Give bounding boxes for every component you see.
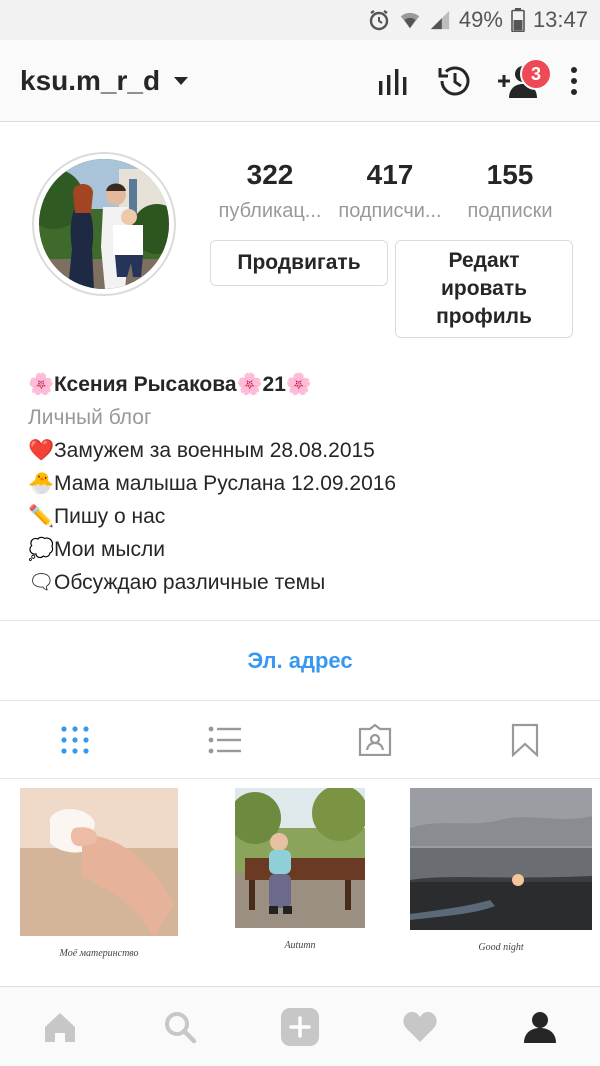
hatching-chick-emoji-icon: 🐣 (28, 472, 55, 495)
tab-grid[interactable] (0, 702, 150, 778)
account-switcher-chevron-down-icon[interactable] (174, 76, 189, 85)
post-caption: Autumn (284, 940, 316, 951)
blossom-icon: 🌸 (285, 373, 313, 396)
promote-button-label: Продвигать (237, 251, 361, 274)
tagged-icon (358, 724, 392, 756)
wifi-icon (399, 9, 421, 31)
blossom-icon: 🌸 (28, 373, 55, 396)
bio-line-text: Пишу о нас (54, 505, 166, 528)
profile-avatar[interactable] (32, 152, 176, 296)
archive-button[interactable] (424, 50, 486, 112)
edit-profile-button[interactable]: Редакт ировать профиль (395, 240, 573, 338)
archive-history-icon (438, 66, 470, 96)
list-view-icon (208, 726, 241, 754)
bio-line: ❤️ Замужем за военным 28.08.2015 (28, 434, 588, 467)
insights-icon (379, 69, 407, 95)
email-contact-label: Эл. адрес (247, 648, 353, 673)
bio-line: 🗨 Обсуждаю различные темы (28, 566, 588, 599)
nav-search[interactable] (120, 987, 240, 1066)
post-photo (235, 788, 365, 928)
speech-bubble-emoji-icon: 🗨 (28, 571, 55, 594)
bio-line: 💭 Мои мысли (28, 533, 588, 566)
activity-heart-icon (403, 1011, 437, 1042)
nav-home[interactable] (0, 987, 120, 1066)
nav-add-post[interactable] (240, 987, 360, 1066)
promote-button[interactable]: Продвигать (210, 240, 388, 286)
profile-view-tabs (0, 702, 600, 778)
tab-list[interactable] (150, 702, 300, 778)
stat-followers[interactable]: 417 подписчи... (330, 156, 450, 228)
bio-line: ✏️ Пишу о нас (28, 500, 588, 533)
pencil-emoji-icon: ✏️ (28, 505, 55, 528)
full-name-text: Ксения Рысакова (54, 373, 237, 396)
divider (0, 700, 600, 701)
posts-grid: Моё материнство Autumn Good night (0, 780, 600, 990)
following-label: подписки (467, 200, 553, 222)
grid-view-icon (61, 726, 89, 754)
posts-label: публикац... (218, 200, 322, 222)
post-photo (20, 788, 178, 936)
followers-count: 417 (366, 159, 414, 190)
thought-bubble-emoji-icon: 💭 (28, 538, 55, 561)
account-username[interactable]: ksu.m_r_d (20, 65, 160, 97)
bio-line-text: Мои мысли (54, 538, 165, 561)
edit-profile-label-line-2: ировать (440, 277, 528, 300)
profile-stats: 322 публикац... 417 подписчи... 155 подп… (210, 156, 570, 228)
stat-posts[interactable]: 322 публикац... (210, 156, 330, 228)
saved-icon (511, 723, 539, 757)
profile-icon (524, 1011, 556, 1043)
bio-line: 🐣 Мама малыша Руслана 12.09.2016 (28, 467, 588, 500)
full-name-suffix: 21 (262, 373, 286, 396)
status-bar: 49% 13:47 (0, 0, 600, 40)
divider (0, 778, 600, 779)
insights-button[interactable] (362, 50, 424, 112)
post-tile[interactable]: Good night (402, 780, 600, 980)
clock-time: 13:47 (532, 7, 588, 32)
more-options-icon (571, 67, 577, 95)
edit-profile-label-line-3: профиль (436, 305, 532, 328)
battery-icon (511, 8, 525, 32)
edit-profile-label-line-1: Редакт (448, 249, 520, 272)
alarm-icon (367, 8, 391, 32)
blossom-icon: 🌸 (236, 373, 263, 396)
profile-bio: 🌸 Ксения Рысакова 🌸 21 🌸 Личный блог ❤️ Замуж… (28, 368, 588, 599)
bottom-navigation (0, 986, 600, 1066)
signal-icon (429, 9, 451, 31)
bio-line-text: Замужем за военным 28.08.2015 (54, 439, 375, 462)
battery-percent: 49% (458, 7, 503, 32)
heart-emoji-icon: ❤️ (28, 439, 55, 462)
post-tile[interactable]: Моё материнство (0, 780, 198, 980)
discover-people-button[interactable]: 3 (486, 50, 552, 112)
search-icon (165, 1011, 197, 1043)
add-post-icon (281, 1007, 319, 1046)
post-photo (410, 788, 592, 930)
followers-label: подписчи... (338, 200, 442, 222)
following-count: 155 (486, 159, 534, 190)
post-caption: Good night (478, 942, 524, 953)
tab-tagged[interactable] (300, 702, 450, 778)
bio-line-text: Мама малыша Руслана 12.09.2016 (54, 472, 397, 495)
post-tile[interactable]: Autumn (201, 780, 399, 980)
more-options-button[interactable] (548, 50, 600, 112)
post-caption: Моё материнство (59, 948, 139, 959)
stat-following[interactable]: 155 подписки (450, 156, 570, 228)
divider (0, 620, 600, 621)
email-contact-button[interactable]: Эл. адрес (0, 622, 600, 700)
home-icon (45, 1012, 75, 1042)
posts-count: 322 (246, 159, 294, 190)
profile-category: Личный блог (28, 406, 152, 429)
bio-line-text: Обсуждаю различные темы (54, 571, 326, 594)
avatar-photo (39, 159, 169, 289)
profile-full-name: 🌸 Ксения Рысакова 🌸 21 🌸 (28, 368, 588, 401)
tab-saved[interactable] (450, 702, 600, 778)
nav-profile[interactable] (480, 987, 600, 1066)
profile-header-bar: ksu.m_r_d 3 (0, 40, 600, 122)
nav-activity[interactable] (360, 987, 480, 1066)
